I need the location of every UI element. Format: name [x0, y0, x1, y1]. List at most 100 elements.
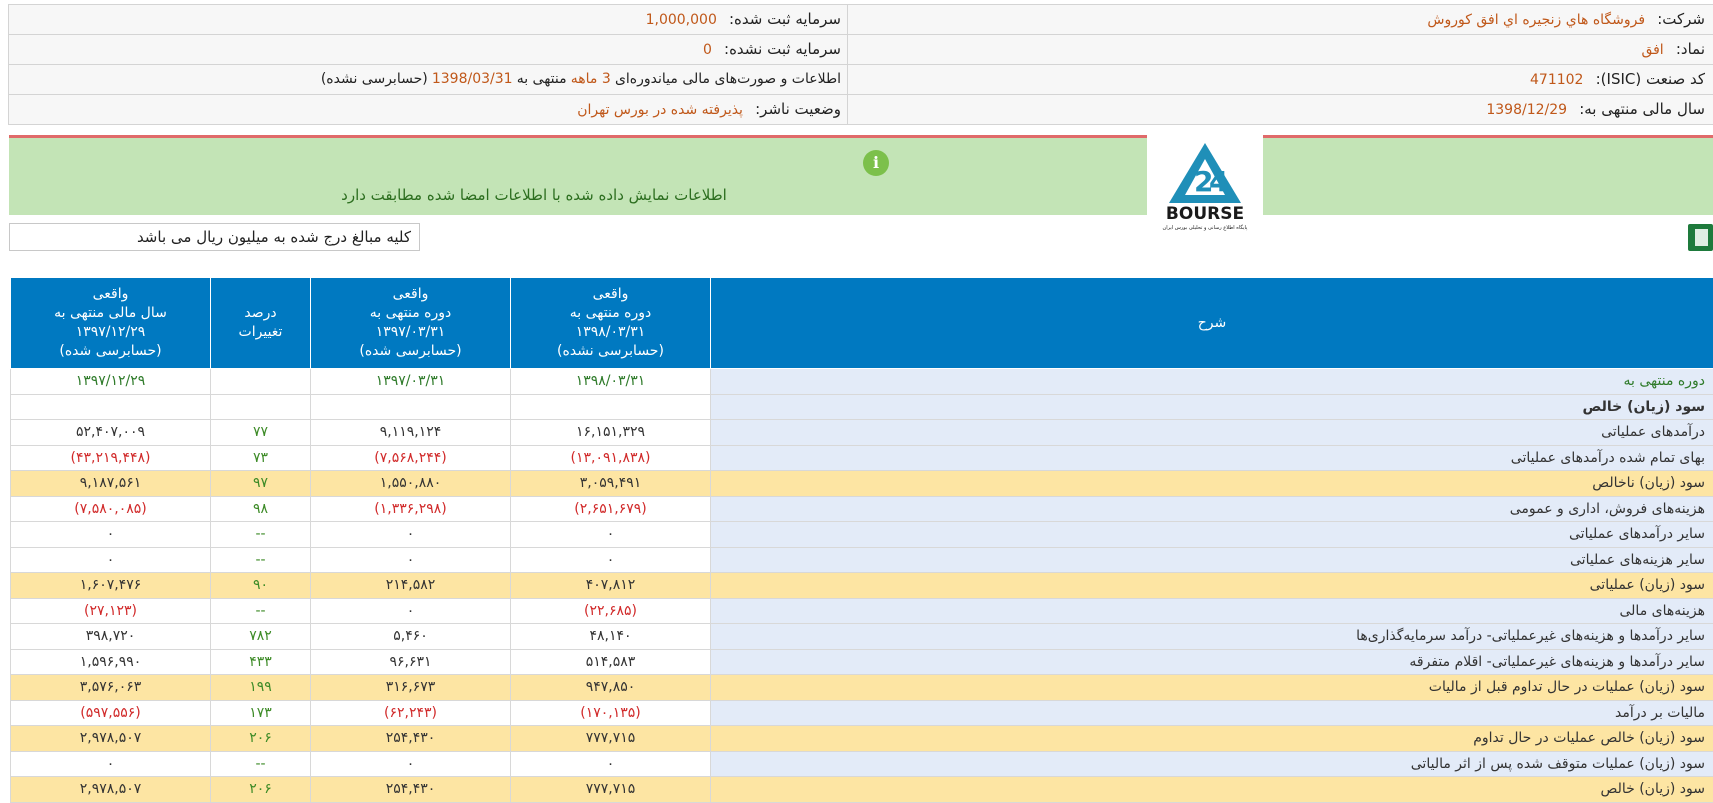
cell-c4: ۲,۹۷۸,۵۰۷ [10, 725, 211, 752]
unregistered-capital-label: سرمایه ثبت نشده: [724, 40, 841, 58]
cell-c1: ۰ [510, 546, 711, 573]
table-row: ۲,۹۷۸,۵۰۷ ۲۰۶ ۲۵۴,۴۳۰ ۷۷۷,۷۱۵ سود (زیان) خال… [10, 725, 1713, 752]
row-description: سایر هزینه‌های عملیاتی [710, 546, 1713, 573]
info-row-isic: کد صنعت (ISIC): 471102 اطلاعات و صورت‌ها… [8, 65, 1713, 95]
verification-banner: i اطلاعات نمایش داده شده با اطلاعات امضا… [9, 135, 1713, 215]
isic-label: کد صنعت (ISIC): [1595, 70, 1705, 88]
row-description: هزینه‌های فروش، اداری و عمومی [710, 495, 1713, 522]
row-description: سود (زیان) عملیات متوقف شده پس از اثر ما… [710, 750, 1713, 777]
header-change-percent: درصد تغییرات [210, 277, 311, 369]
cell-c4: ۱,۵۹۶,۹۹۰ [10, 648, 211, 675]
table-row: ۳۹۸,۷۲۰ ۷۸۲ ۵,۴۶۰ ۴۸,۱۴۰ سایر درآمدها و هزین… [10, 623, 1713, 650]
statement-info-cell: اطلاعات و صورت‌های مالی میاندوره‌ای 3 ما… [8, 65, 848, 94]
table-row: سود (زیان) خالص [10, 393, 1713, 420]
cell-c3: ۲۰۶ [210, 776, 311, 803]
cell-c4: ۳,۵۷۶,۰۶۳ [10, 674, 211, 701]
logo-text: BOURSE [1166, 204, 1244, 224]
info-row-symbol: نماد: افق سرمایه ثبت نشده: 0 [8, 35, 1713, 65]
isic-value: 471102 [1530, 72, 1584, 88]
verification-text: اطلاعات نمایش داده شده با اطلاعات امضا ش… [341, 186, 727, 204]
company-info-table: شرکت: فروشگاه هاي زنجيره اي افق كوروش سر… [8, 4, 1713, 125]
fiscal-year-value: 1398/12/29 [1486, 102, 1568, 118]
cell-c3: ۱۹۹ [210, 674, 311, 701]
cell-c4: (۲۷,۱۲۳) [10, 597, 211, 624]
table-row: ۵۲,۴۰۷,۰۰۹ ۷۷ ۹,۱۱۹,۱۲۴ ۱۶,۱۵۱,۳۲۹ درآمدهای … [10, 419, 1713, 446]
statement-mid: منتهی به [516, 71, 567, 87]
cell-c4: ۰ [10, 750, 211, 777]
cell-c2: ۱,۵۵۰,۸۸۰ [310, 470, 511, 497]
registered-capital-label: سرمایه ثبت شده: [729, 10, 841, 28]
cell-c2: ۳۱۶,۶۷۳ [310, 674, 511, 701]
company-name: فروشگاه هاي زنجيره اي افق كوروش [1427, 12, 1646, 28]
cell-c3: ۹۷ [210, 470, 311, 497]
cell-c1: ۱۶,۱۵۱,۳۲۹ [510, 419, 711, 446]
statement-audit-status: (حسابرسی نشده) [320, 71, 428, 87]
row-description: سود (زیان) عملیات در حال تداوم قبل از ما… [710, 674, 1713, 701]
bourse-logo: 2 4 BOURSE پایگاه اطلاع رسانی و تحلیلی ب… [1147, 131, 1263, 235]
cell-c1 [510, 393, 711, 420]
row-description: سود (زیان) خالص عملیات در حال تداوم [710, 725, 1713, 752]
row-description: سود (زیان) خالص [710, 393, 1713, 420]
cell-c1: ۴۸,۱۴۰ [510, 623, 711, 650]
cell-c2: ۵,۴۶۰ [310, 623, 511, 650]
company-label: شرکت: [1657, 10, 1705, 28]
cell-c3: ۷۳ [210, 444, 311, 471]
cell-c2 [310, 393, 511, 420]
cell-c4: ۹,۱۸۷,۵۶۱ [10, 470, 211, 497]
info-row-fiscal: سال مالی منتهی به: 1398/12/29 وضعیت ناشر… [8, 95, 1713, 125]
table-row: ۹,۱۸۷,۵۶۱ ۹۷ ۱,۵۵۰,۸۸۰ ۳,۰۵۹,۴۹۱ سود (زیان) … [10, 470, 1713, 497]
income-statement-table: واقعی سال مالی منتهی به ۱۳۹۷/۱۲/۲۹ (حسابرسی… [10, 277, 1713, 803]
cell-c1: (۲,۶۵۱,۶۷۹) [510, 495, 711, 522]
symbol-value[interactable]: افق [1641, 42, 1663, 58]
cell-c4: ۰ [10, 546, 211, 573]
table-row: ۰ -- ۰ ۰ سایر درآمدهای عملیاتی [10, 521, 1713, 548]
cell-c2: ۱۳۹۷/۰۳/۳۱ [310, 368, 511, 395]
cell-c2: ۰ [310, 750, 511, 777]
table-row: (۷,۵۸۰,۰۸۵) ۹۸ (۱,۳۳۶,۲۹۸) (۲,۶۵۱,۶۷۹) هزینه… [10, 495, 1713, 522]
cell-c3 [210, 368, 311, 395]
table-row: (۴۳,۲۱۹,۴۴۸) ۷۳ (۷,۵۶۸,۲۴۴) (۱۳,۰۹۱,۸۳۸) بها… [10, 444, 1713, 471]
cell-c2: ۹۶,۶۳۱ [310, 648, 511, 675]
cell-c1: ۵۱۴,۵۸۳ [510, 648, 711, 675]
table-row: ۱,۵۹۶,۹۹۰ ۴۳۳ ۹۶,۶۳۱ ۵۱۴,۵۸۳ سایر درآمدها و … [10, 648, 1713, 675]
cell-c2: ۲۱۴,۵۸۲ [310, 572, 511, 599]
cell-c1: ۳,۰۵۹,۴۹۱ [510, 470, 711, 497]
row-description: مالیات بر درآمد [710, 699, 1713, 726]
cell-c4: ۲,۹۷۸,۵۰۷ [10, 776, 211, 803]
cell-c4: ۱۳۹۷/۱۲/۲۹ [10, 368, 211, 395]
cell-c2: ۲۵۴,۴۳۰ [310, 776, 511, 803]
cell-c1: ۷۷۷,۷۱۵ [510, 776, 711, 803]
svg-text:4: 4 [1209, 165, 1228, 198]
info-icon: i [863, 150, 889, 176]
cell-c4: (۴۳,۲۱۹,۴۴۸) [10, 444, 211, 471]
cell-c3: ۲۰۶ [210, 725, 311, 752]
header-description: شرح [710, 277, 1713, 369]
cell-c3: -- [210, 750, 311, 777]
table-row: ۱۳۹۷/۱۲/۲۹ ۱۳۹۷/۰۳/۳۱ ۱۳۹۸/۰۳/۳۱ دوره منتهی… [10, 368, 1713, 395]
info-row-company: شرکت: فروشگاه هاي زنجيره اي افق كوروش سر… [8, 5, 1713, 35]
registered-capital-cell: سرمایه ثبت شده: 1,000,000 [8, 5, 848, 34]
excel-icon[interactable] [1688, 224, 1713, 251]
cell-c3: -- [210, 521, 311, 548]
table-row: ۰ -- ۰ ۰ سایر هزینه‌های عملیاتی [10, 546, 1713, 573]
cell-c2: ۰ [310, 521, 511, 548]
publisher-status-value: پذیرفته شده در بورس تهران [577, 102, 743, 118]
publisher-status-label: وضعیت ناشر: [755, 100, 841, 118]
cell-c1: ۰ [510, 750, 711, 777]
row-description: هزینه‌های مالی [710, 597, 1713, 624]
row-description: بهای تمام شده درآمدهای عملیاتی [710, 444, 1713, 471]
currency-note: کلیه مبالغ درج شده به میلیون ریال می باش… [9, 223, 420, 251]
row-description: سایر درآمدها و هزینه‌های غیرعملیاتی- اقل… [710, 648, 1713, 675]
row-description: دوره منتهی به [710, 368, 1713, 395]
header-current-period: واقعی دوره منتهی به ۱۳۹۸/۰۳/۳۱ (حسابرسی نشد… [510, 277, 711, 369]
row-description: سود (زیان) خالص [710, 776, 1713, 803]
unregistered-capital-value: 0 [702, 42, 712, 58]
cell-c1: (۱۷۰,۱۳۵) [510, 699, 711, 726]
row-description: سود (زیان) ناخالص [710, 470, 1713, 497]
header-fiscal-year: واقعی سال مالی منتهی به ۱۳۹۷/۱۲/۲۹ (حسابرسی… [10, 277, 211, 369]
row-description: درآمدهای عملیاتی [710, 419, 1713, 446]
header-prior-period: واقعی دوره منتهی به ۱۳۹۷/۰۳/۳۱ (حسابرسی شده… [310, 277, 511, 369]
cell-c3 [210, 393, 311, 420]
cell-c3: ۱۷۳ [210, 699, 311, 726]
cell-c3: ۹۰ [210, 572, 311, 599]
